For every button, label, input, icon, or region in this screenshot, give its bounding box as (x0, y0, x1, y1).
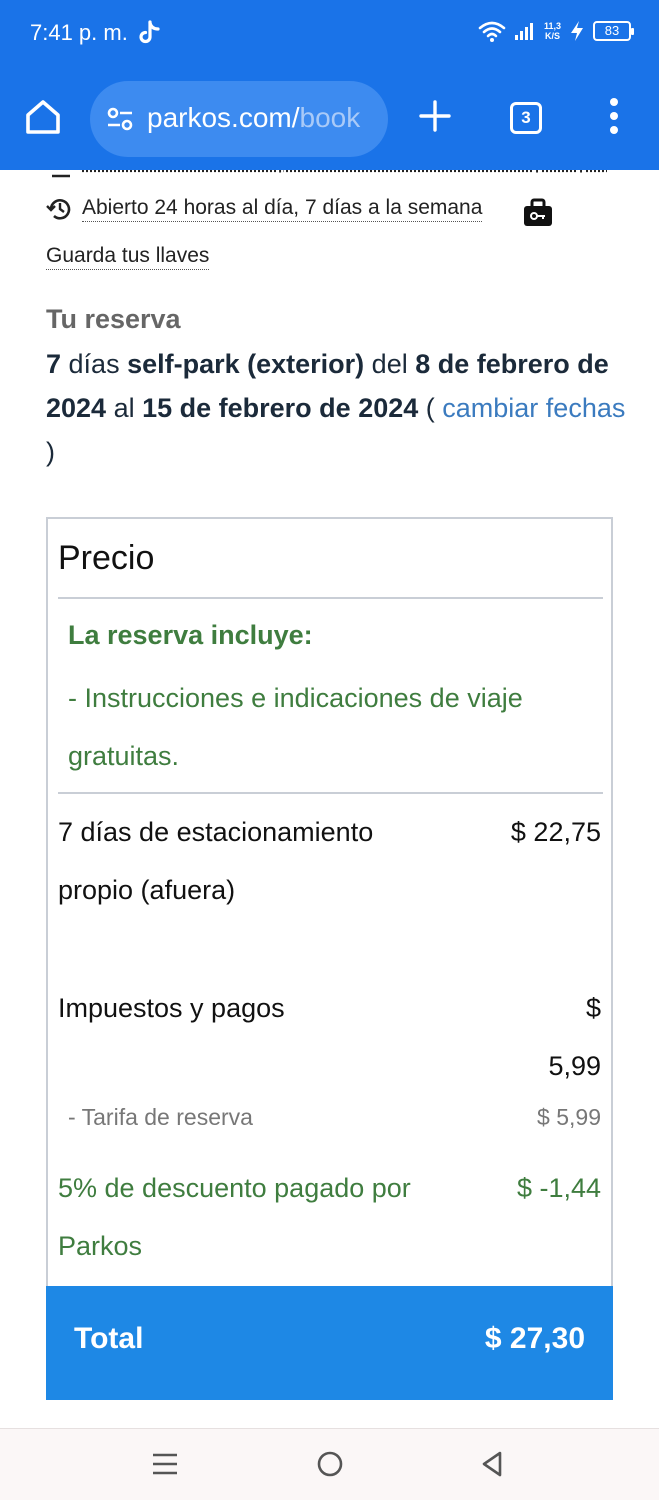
status-icons: 11,3 K/S 83 (478, 20, 634, 42)
reservation-summary: 7 días self-park (exterior) del 8 de feb… (46, 342, 626, 474)
taxes-value-symbol: $ (585, 993, 601, 1023)
taxes-value-amount: 5,99 (548, 1051, 601, 1081)
paren-open: ( (418, 393, 443, 423)
status-bar: 7:41 p. m. 11,3 K/S 83 (0, 0, 659, 68)
home-circle-icon[interactable] (315, 1449, 345, 1479)
divider (58, 597, 603, 599)
price-summary-card: Precio La reserva incluye: - Instruccion… (46, 517, 613, 1400)
tab-switcher-button[interactable]: 3 (510, 102, 542, 134)
address-bar[interactable]: parkos.com/book (90, 81, 388, 157)
home-icon[interactable] (22, 96, 64, 138)
back-triangle-icon[interactable] (478, 1449, 508, 1479)
discount-value: $ -1,44 (516, 1173, 601, 1203)
discount-label: 5% de descuento pagado por Parkos (58, 1173, 411, 1261)
history-clock-icon (46, 199, 71, 220)
taxes-label: Impuestos y pagos (58, 993, 285, 1023)
reservation-to-word: al (106, 393, 143, 423)
includes-title: La reserva incluye: (68, 620, 313, 650)
price-title: Precio (58, 539, 155, 577)
opening-hours-text[interactable]: Abierto 24 horas al día, 7 días a la sem… (82, 196, 483, 222)
paren-close: ) (46, 437, 55, 467)
signal-icon (514, 23, 533, 40)
network-speed-unit: K/S (544, 31, 560, 41)
key-drop-icon (524, 198, 552, 226)
reservation-days-word: días (61, 349, 128, 379)
new-tab-icon[interactable] (418, 99, 452, 133)
reservation-end-date: 15 de febrero de 2024 (142, 393, 419, 423)
change-dates-link[interactable]: cambiar fechas (442, 393, 625, 423)
divider (58, 792, 603, 794)
url-text[interactable]: parkos.com/book (147, 102, 360, 134)
system-navigation-bar (0, 1428, 659, 1500)
total-label: Total (74, 1322, 144, 1355)
parking-line-label: 7 días de estacionamiento propio (afuera… (58, 817, 374, 905)
wifi-icon (478, 21, 506, 42)
booking-fee-label: - Tarifa de reserva (68, 1104, 253, 1130)
url-path: book (299, 102, 361, 133)
browser-chrome: 7:41 p. m. 11,3 K/S 83 parkos.com/book 3 (0, 0, 659, 170)
includes-item: - Instrucciones e indicaciones de viaje … (68, 683, 523, 771)
total-bar: Total $ 27,30 (46, 1286, 613, 1400)
network-speed-value: 11,3 (543, 21, 561, 31)
overflow-menu-icon[interactable] (604, 96, 624, 136)
keep-keys-text[interactable]: Guarda tus llaves (46, 244, 210, 270)
booking-fee-value: $ 5,99 (537, 1104, 601, 1130)
site-settings-icon[interactable] (106, 105, 134, 133)
reservation-heading: Tu reserva (46, 304, 181, 334)
charging-bolt-icon (571, 21, 583, 41)
reservation-from-word: del (364, 349, 416, 379)
parking-line-value: $ 22,75 (510, 817, 601, 847)
recent-apps-icon[interactable] (150, 1449, 180, 1479)
opening-hours-row: Abierto 24 horas al día, 7 días a la sem… (46, 195, 483, 223)
tiktok-notification-icon (139, 20, 160, 44)
reservation-days: 7 (46, 349, 62, 379)
total-value: $ 27,30 (484, 1322, 585, 1355)
reservation-type: self-park (exterior) (127, 349, 365, 379)
battery-level: 83 (593, 21, 634, 41)
browser-toolbar: parkos.com/book 3 (0, 68, 659, 170)
network-speed: 11,3 K/S (544, 21, 561, 41)
url-domain: parkos.com/ (147, 102, 300, 133)
status-time: 7:41 p. m. (30, 20, 128, 45)
